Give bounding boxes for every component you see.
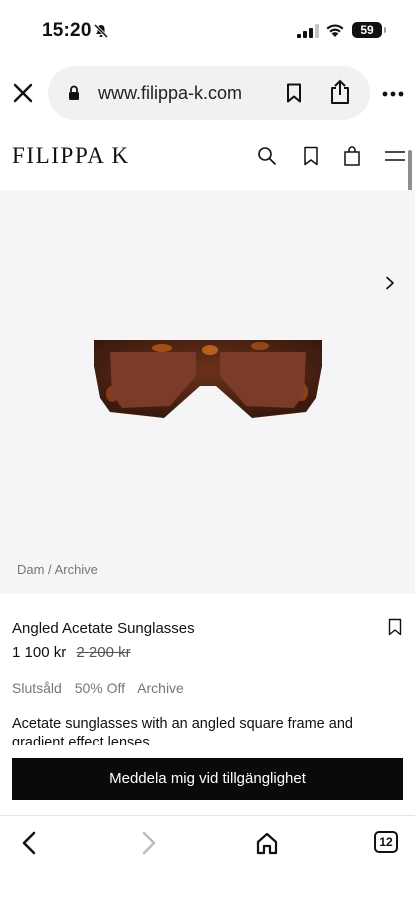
sale-price: 1 100 kr bbox=[12, 644, 67, 661]
lock-icon bbox=[69, 85, 79, 100]
product-tags: Slutsåld 50% Off Archive bbox=[12, 680, 193, 696]
browser-toolbar: 12 bbox=[0, 815, 415, 900]
status-bar: 15:20 59 bbox=[0, 0, 415, 62]
tag-discount: 50% Off bbox=[74, 680, 126, 696]
tag-archive: Archive bbox=[137, 680, 184, 696]
back-icon[interactable] bbox=[18, 830, 42, 856]
original-price: 2 200 kr bbox=[76, 644, 131, 661]
wifi-icon bbox=[326, 24, 344, 37]
menu-icon[interactable] bbox=[384, 146, 406, 166]
notify-availability-button[interactable]: Meddela mig vid tillgänglighet bbox=[12, 758, 403, 800]
product-description: Acetate sunglasses with an angled square… bbox=[12, 716, 353, 745]
breadcrumb[interactable]: Dam / Archive bbox=[17, 562, 98, 577]
browser-url-bar: www.filippa-k.com bbox=[0, 62, 415, 128]
address-field[interactable]: www.filippa-k.com bbox=[48, 66, 370, 120]
site-header: FILIPPA K bbox=[0, 128, 415, 188]
chevron-right-icon[interactable] bbox=[384, 276, 396, 290]
home-icon[interactable] bbox=[255, 830, 279, 856]
bag-icon[interactable] bbox=[342, 146, 362, 166]
url-text: www.filippa-k.com bbox=[98, 83, 243, 103]
battery-icon: 59 bbox=[352, 22, 386, 38]
more-icon[interactable] bbox=[382, 90, 404, 98]
tag-sold-out: Slutsåld bbox=[12, 680, 62, 696]
tabs-icon[interactable]: 12 bbox=[374, 831, 398, 853]
bookmark-icon[interactable] bbox=[286, 83, 302, 103]
price-row: 1 100 kr 2 200 kr bbox=[12, 644, 131, 661]
close-icon[interactable] bbox=[12, 82, 34, 104]
product-photo-sunglasses bbox=[94, 340, 322, 418]
bell-slash-icon bbox=[94, 24, 108, 38]
forward-icon[interactable] bbox=[136, 830, 160, 856]
search-icon[interactable] bbox=[257, 146, 277, 166]
product-title: Angled Acetate Sunglasses bbox=[12, 620, 195, 637]
site-logo[interactable]: FILIPPA K bbox=[12, 143, 130, 169]
product-image-gallery[interactable]: Dam / Archive bbox=[0, 190, 415, 594]
bookmark-icon[interactable] bbox=[388, 618, 402, 636]
signal-icon bbox=[297, 24, 319, 38]
bookmark-icon[interactable] bbox=[301, 146, 321, 166]
share-icon[interactable] bbox=[329, 79, 351, 105]
status-time: 15:20 bbox=[42, 20, 92, 41]
